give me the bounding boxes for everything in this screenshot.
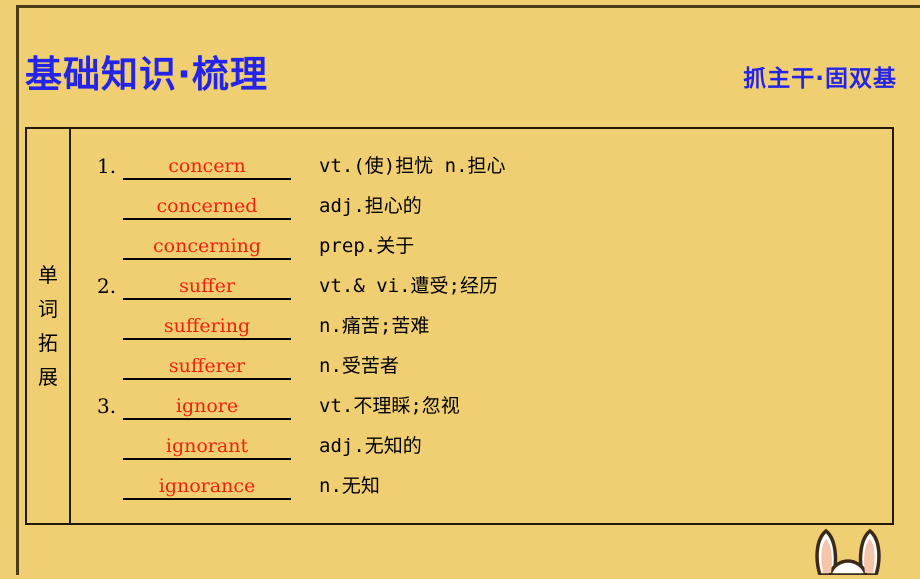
word-expansion-table: 单词拓展 1. concern vt.(使)担忧 n.担心 concerned …: [25, 127, 894, 525]
answer-word: concerning: [153, 235, 261, 257]
answer-word: concerned: [156, 195, 258, 217]
answer-blank: suffer: [123, 275, 291, 300]
row-number: [97, 376, 123, 380]
row-number: 1.: [97, 154, 117, 178]
word-definition: prep.关于: [319, 235, 415, 257]
row-number: [97, 216, 123, 220]
word-definition: adj.无知的: [319, 435, 422, 457]
table-row: ignorance n.无知: [71, 460, 892, 500]
answer-word: concern: [168, 155, 246, 177]
answer-blank: ignorance: [123, 475, 291, 500]
word-definition: n.无知: [319, 475, 380, 497]
answer-blank: ignorant: [123, 435, 291, 460]
table-row: concerned adj.担心的: [71, 180, 892, 220]
answer-word: sufferer: [168, 355, 246, 377]
row-number: [97, 256, 123, 260]
answer-word: ignore: [175, 395, 239, 417]
header-subtitle: 抓主干·固双基: [743, 66, 897, 92]
answer-blank: suffering: [123, 315, 291, 340]
table-row: ignorant adj.无知的: [71, 420, 892, 460]
answer-blank: sufferer: [123, 355, 291, 380]
word-definition: vt.不理睬;忽视: [319, 395, 460, 417]
table-row: 2. suffer vt.& vi.遭受;经历: [71, 260, 892, 300]
table-row: 1. concern vt.(使)担忧 n.担心: [71, 140, 892, 180]
table-row: sufferer n.受苦者: [71, 340, 892, 380]
slide-canvas: 基础知识·梳理 抓主干·固双基 单词拓展 1. concern vt.(使)担忧…: [0, 0, 920, 577]
table-row: 3. ignore vt.不理睬;忽视: [71, 380, 892, 420]
word-definition: vt.& vi.遭受;经历: [319, 275, 498, 297]
answer-word: suffer: [179, 275, 235, 297]
answer-blank: concerned: [123, 195, 291, 220]
word-definition: vt.(使)担忧 n.担心: [319, 155, 506, 177]
word-definition: adj.担心的: [319, 195, 422, 217]
table-row: concerning prep.关于: [71, 220, 892, 260]
answer-blank: concern: [123, 155, 291, 180]
answer-word: ignorant: [165, 435, 249, 457]
table-row: suffering n.痛苦;苦难: [71, 300, 892, 340]
row-number: 2.: [97, 274, 117, 298]
slide-header: 基础知识·梳理 抓主干·固双基: [19, 52, 909, 114]
answer-blank: ignore: [123, 395, 291, 420]
answer-word: suffering: [163, 315, 251, 337]
row-number: [97, 496, 123, 500]
row-number: 3.: [97, 394, 117, 418]
row-number: [97, 456, 123, 460]
word-definition: n.痛苦;苦难: [319, 315, 430, 337]
row-number: [97, 336, 123, 340]
word-list-cell: 1. concern vt.(使)担忧 n.担心 concerned adj.担…: [71, 129, 892, 523]
section-label: 单词拓展: [38, 263, 58, 389]
answer-blank: concerning: [123, 235, 291, 260]
frame-border-top: [16, 5, 920, 8]
word-definition: n.受苦者: [319, 355, 399, 377]
answer-word: ignorance: [158, 475, 256, 497]
page-title: 基础知识·梳理: [25, 53, 269, 96]
section-label-cell: 单词拓展: [27, 129, 71, 523]
bunny-ears-icon: [806, 519, 890, 577]
